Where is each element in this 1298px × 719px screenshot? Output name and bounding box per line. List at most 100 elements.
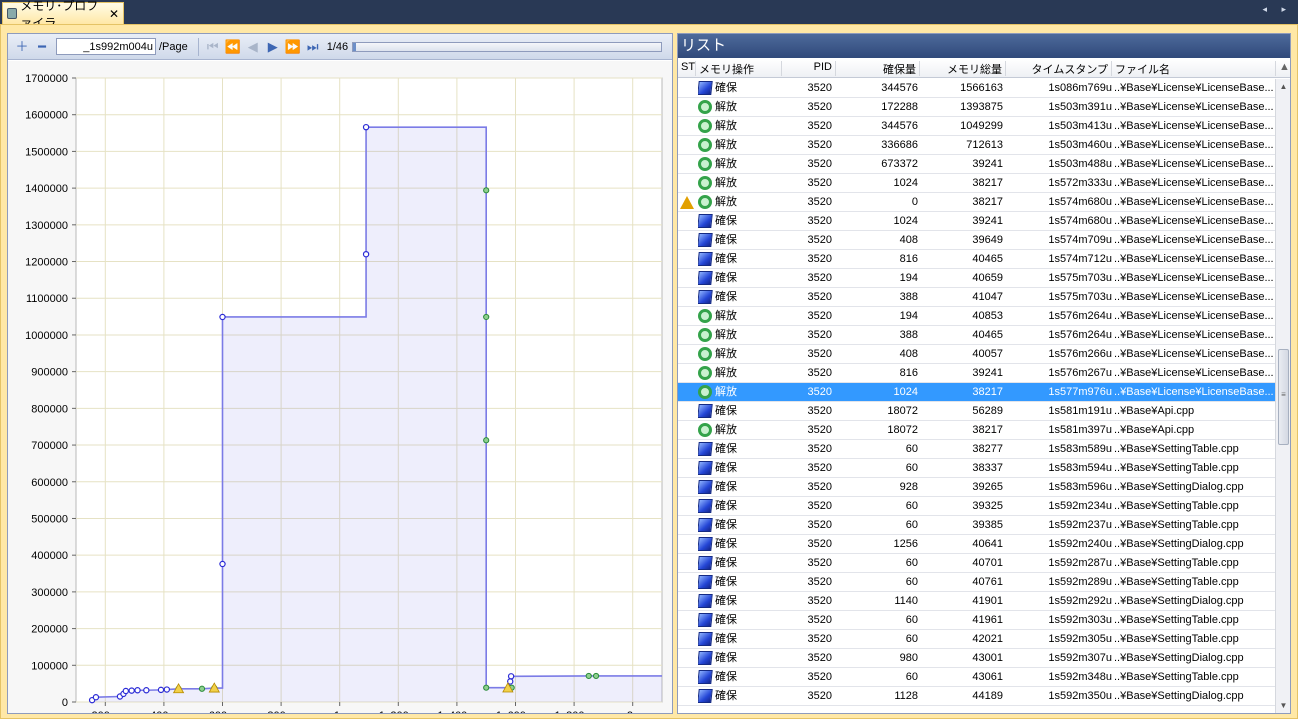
tab-memory-profiler[interactable]: メモリ･プロファイラ ✕ [2, 0, 124, 30]
close-icon[interactable]: ✕ [109, 7, 119, 21]
x-tick-label: 400m [150, 710, 178, 713]
list-vertical-scrollbar[interactable]: ▲ ≡ ▼ [1275, 79, 1290, 713]
tab-scroll-arrows[interactable]: ◂ ▸ [1262, 4, 1292, 15]
list-row[interactable]: 解放 3520 194 40853 1s576m264u ..¥Base¥License¥… [678, 307, 1275, 326]
free-point [585, 672, 592, 680]
list-row[interactable]: 確保 3520 194 40659 1s575m703u ..¥Base¥License¥… [678, 269, 1275, 288]
alloc-size-cell: 18072 [887, 424, 918, 436]
list-row[interactable]: 解放 3520 18072 38217 1s581m397u ..¥Base¥Api.cp… [678, 421, 1275, 440]
list-row[interactable]: 解放 3520 388 40465 1s576m264u ..¥Base¥License¥… [678, 326, 1275, 345]
alloc-point [219, 313, 226, 321]
operation-label: 確保 [715, 614, 737, 626]
operation-cell: 確保 [698, 459, 788, 477]
list-row[interactable]: 確保 3520 60 38277 1s583m589u ..¥Base¥SettingTa… [678, 440, 1275, 459]
list-row[interactable]: 解放 3520 1024 38217 1s572m333u ..¥Base¥License… [678, 174, 1275, 193]
column-operation[interactable]: メモリ操作 [696, 61, 782, 76]
timestamp-cell: 1s583m589u [1048, 443, 1112, 455]
list-row[interactable]: 解放 3520 344576 1049299 1s503m413u ..¥Base¥Lic… [678, 117, 1275, 136]
filename-cell: ..¥Base¥License¥LicenseBase.... [1114, 234, 1274, 246]
timestamp-cell: 1s576m264u [1048, 329, 1112, 341]
list-row[interactable]: 確保 3520 60 39385 1s592m237u ..¥Base¥SettingTa… [678, 516, 1275, 535]
total-memory-cell: 39325 [972, 500, 1003, 512]
timestamp-cell: 1s575m703u [1048, 272, 1112, 284]
pid-cell: 3520 [807, 234, 832, 246]
prev-fast-icon[interactable]: ⏪ [223, 37, 243, 57]
pid-cell: 3520 [807, 500, 832, 512]
next-page-icon[interactable]: ▶ [263, 37, 283, 57]
x-tick-label: 1s800m [555, 710, 594, 713]
list-row[interactable]: 確保 3520 60 40761 1s592m289u ..¥Base¥SettingTa… [678, 573, 1275, 592]
list-row[interactable]: 確保 3520 1024 39241 1s574m680u ..¥Base¥License… [678, 212, 1275, 231]
pid-cell: 3520 [807, 652, 832, 664]
first-page-icon[interactable]: ⏮ [203, 37, 223, 57]
list-row[interactable]: 確保 3520 1256 40641 1s592m240u ..¥Base¥Setting… [678, 535, 1275, 554]
timestamp-cell: 1s581m191u [1048, 405, 1112, 417]
last-page-icon[interactable]: ⏭ [303, 37, 323, 57]
total-memory-cell: 712613 [966, 139, 1003, 151]
list-row[interactable]: 確保 3520 344576 1566163 1s086m769u ..¥Base¥Lic… [678, 79, 1275, 98]
list-row[interactable]: 確保 3520 60 39325 1s592m234u ..¥Base¥SettingTa… [678, 497, 1275, 516]
scroll-thumb[interactable]: ≡ [1278, 349, 1289, 445]
list-row[interactable]: 解放 3520 408 40057 1s576m266u ..¥Base¥License¥… [678, 345, 1275, 364]
document-body: ＋ ━ /Page ⏮ ⏪ ◀ ▶ ⏩ ⏭ 1/46 0 100000 200000… [0, 24, 1298, 719]
operation-cell: 確保 [698, 250, 788, 268]
y-tick-label: 1500000 [25, 146, 68, 158]
alloc-size-cell: 60 [905, 671, 918, 683]
total-memory-cell: 38337 [972, 462, 1003, 474]
list-row[interactable]: 確保 3520 980 43001 1s592m307u ..¥Base¥SettingD… [678, 649, 1275, 668]
list-row[interactable]: 確保 3520 1140 41901 1s592m292u ..¥Base¥Setting… [678, 592, 1275, 611]
list-row[interactable]: 確保 3520 60 38337 1s583m594u ..¥Base¥SettingTa… [678, 459, 1275, 478]
zoom-in-icon[interactable]: ＋ [12, 37, 32, 57]
list-row[interactable]: 解放 3520 673372 39241 1s503m488u ..¥Base¥Licen… [678, 155, 1275, 174]
list-row[interactable]: 確保 3520 60 41961 1s592m303u ..¥Base¥SettingTa… [678, 611, 1275, 630]
column-total-memory[interactable]: メモリ総量 [920, 61, 1006, 76]
timestamp-cell: 1s574m680u [1048, 196, 1112, 208]
prev-page-icon[interactable]: ◀ [243, 37, 263, 57]
operation-cell: 解放 [698, 307, 788, 325]
column-timestamp[interactable]: タイムスタンプ [1006, 61, 1112, 76]
page-time-input[interactable] [56, 38, 156, 55]
list-row[interactable]: 確保 3520 60 40701 1s592m287u ..¥Base¥SettingTa… [678, 554, 1275, 573]
list-row[interactable]: 確保 3520 388 41047 1s575m703u ..¥Base¥License¥… [678, 288, 1275, 307]
list-row[interactable]: 解放 3520 816 39241 1s576m267u ..¥Base¥License¥… [678, 364, 1275, 383]
list-row[interactable]: 解放 3520 1024 38217 1s577m976u ..¥Base¥License… [678, 383, 1275, 402]
pid-cell: 3520 [807, 329, 832, 341]
column-st[interactable]: ST [678, 61, 696, 76]
timestamp-cell: 1s574m680u [1048, 215, 1112, 227]
y-tick-label: 200000 [31, 624, 68, 636]
list-row[interactable]: 確保 3520 928 39265 1s583m596u ..¥Base¥SettingD… [678, 478, 1275, 497]
list-row[interactable]: 確保 3520 60 43061 1s592m348u ..¥Base¥SettingTa… [678, 668, 1275, 687]
next-fast-icon[interactable]: ⏩ [283, 37, 303, 57]
zoom-out-icon[interactable]: ━ [32, 37, 52, 57]
filename-cell: ..¥Base¥SettingDialog.cpp [1114, 652, 1244, 664]
memory-chart[interactable]: 0 100000 200000 300000 400000 500000 600000 700… [8, 61, 672, 719]
column-alloc-size[interactable]: 確保量 [836, 61, 920, 76]
list-row[interactable]: 解放 3520 0 38217 1s574m680u ..¥Base¥License¥Li… [678, 193, 1275, 212]
list-row[interactable]: 確保 3520 408 39649 1s574m709u ..¥Base¥License¥… [678, 231, 1275, 250]
release-recycle-icon [698, 385, 712, 400]
list-row[interactable]: 解放 3520 172288 1393875 1s503m391u ..¥Base¥Lic… [678, 98, 1275, 117]
pid-cell: 3520 [807, 595, 832, 607]
total-memory-cell: 1566163 [960, 82, 1003, 94]
operation-cell: 解放 [698, 193, 788, 211]
timestamp-cell: 1s577m976u [1048, 386, 1112, 398]
total-memory-cell: 40057 [972, 348, 1003, 360]
operation-label: 解放 [715, 196, 737, 208]
list-row[interactable]: 確保 3520 18072 56289 1s581m191u ..¥Base¥Api.cp… [678, 402, 1275, 421]
column-filename[interactable]: ファイル名 [1112, 61, 1276, 76]
list-row[interactable]: 確保 3520 816 40465 1s574m712u ..¥Base¥License¥… [678, 250, 1275, 269]
operation-cell: 解放 [698, 345, 788, 363]
list-row[interactable]: 解放 3520 336686 712613 1s503m460u ..¥Base¥Lice… [678, 136, 1275, 155]
page-progress-bar[interactable] [352, 41, 663, 52]
timestamp-cell: 1s583m596u [1048, 481, 1112, 493]
operation-cell: 解放 [698, 98, 788, 116]
list-row[interactable]: 確保 3520 60 42021 1s592m305u ..¥Base¥SettingTa… [678, 630, 1275, 649]
column-pid[interactable]: PID [782, 61, 836, 76]
scroll-down-icon[interactable]: ▼ [1276, 698, 1291, 713]
scroll-up-icon[interactable]: ▲ [1276, 79, 1291, 94]
alloc-size-cell: 194 [899, 272, 918, 284]
operation-label: 確保 [715, 82, 737, 94]
list-row[interactable]: 確保 3520 1128 44189 1s592m350u ..¥Base¥Setting… [678, 687, 1275, 706]
total-memory-cell: 38277 [972, 443, 1003, 455]
total-memory-cell: 38217 [972, 196, 1003, 208]
